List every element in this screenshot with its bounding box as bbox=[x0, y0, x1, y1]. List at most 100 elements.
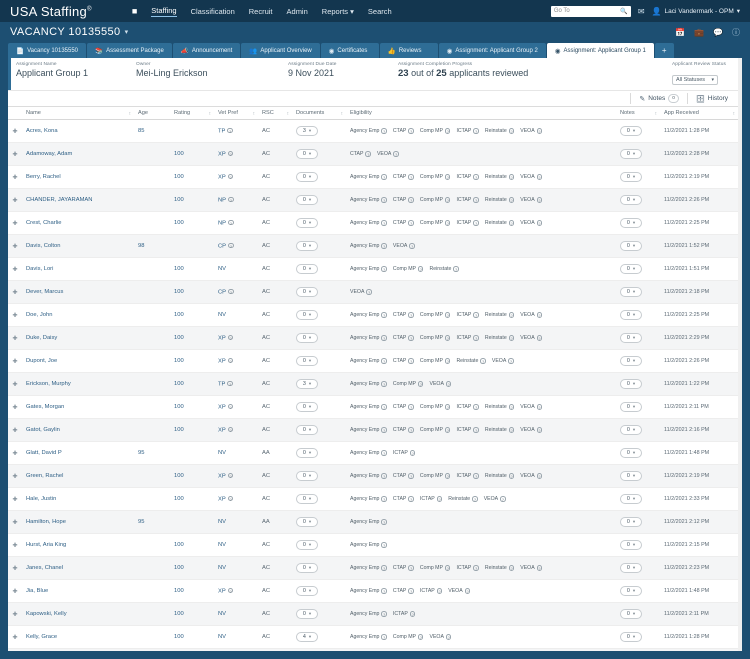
applicant-name-cell[interactable]: Hurst, Aria King bbox=[22, 533, 134, 557]
help-icon[interactable]: ? bbox=[473, 128, 479, 134]
help-icon[interactable]: ? bbox=[381, 519, 387, 525]
expand-row-icon[interactable]: ✚ bbox=[12, 428, 17, 434]
help-icon[interactable]: ? bbox=[408, 473, 414, 479]
row-expander-cell[interactable]: ✚ bbox=[8, 579, 22, 603]
notes-cell[interactable]: 0▾ bbox=[616, 349, 660, 373]
nav-link-classification[interactable]: Classification bbox=[191, 7, 235, 16]
col-rating[interactable]: Rating ↕ bbox=[170, 107, 214, 120]
table-row[interactable]: ✚ Kapowski, Kelly 100 NV AC 0 ▾ Agency Emp? ICTA… bbox=[8, 602, 742, 626]
help-icon[interactable]: ? bbox=[536, 174, 543, 180]
notes-cell[interactable]: 0▾ bbox=[616, 234, 660, 258]
documents-cell[interactable]: 0▾ bbox=[292, 464, 346, 488]
table-row[interactable]: ✚ Hurst, Aria King 100 NV AC 0 ▾ Agency Emp? 0 ▾ 1… bbox=[8, 533, 742, 557]
applicant-name-link[interactable]: Hurst, Aria King bbox=[26, 542, 66, 548]
documents-count-dropdown[interactable]: 0 ▾ bbox=[296, 448, 318, 458]
applicant-name-cell[interactable]: Kapowski, Kelly bbox=[22, 602, 134, 626]
help-icon[interactable]: ? bbox=[536, 473, 543, 479]
notes-cell[interactable]: 0▾ bbox=[616, 188, 660, 212]
row-expander-cell[interactable]: ✚ bbox=[8, 602, 22, 626]
table-row[interactable]: ✚ Davis, Colton 98 CP? AC 0 ▾ Agency Emp? VEOA? 0… bbox=[8, 234, 742, 258]
help-icon[interactable]: ? bbox=[381, 266, 387, 272]
row-expander-cell[interactable]: ✚ bbox=[8, 280, 22, 304]
documents-count-dropdown[interactable]: 0 ▾ bbox=[296, 310, 318, 320]
applicant-name-cell[interactable]: Janes, Chanel bbox=[22, 556, 134, 580]
help-icon[interactable]: ? bbox=[473, 220, 479, 226]
add-tab-button[interactable]: + bbox=[654, 43, 674, 58]
notes-cell[interactable]: 0▾ bbox=[616, 372, 660, 396]
documents-cell[interactable]: 0▾ bbox=[292, 418, 346, 442]
notes-cell[interactable]: 0▾ bbox=[616, 280, 660, 304]
applicant-name-cell[interactable]: Adamoway, Adam bbox=[22, 142, 134, 166]
table-row[interactable]: ✚ Janes, Chanel 100 NV AC 0 ▾ Agency Emp? CTAP? C… bbox=[8, 556, 742, 580]
help-icon[interactable]: ? bbox=[408, 197, 414, 203]
applicant-name-link[interactable]: Crest, Charlie bbox=[26, 220, 61, 226]
documents-cell[interactable]: 0▾ bbox=[292, 326, 346, 350]
help-icon[interactable]: ? bbox=[381, 588, 387, 594]
tab-certificates[interactable]: ◉ Certificates bbox=[320, 43, 379, 58]
help-icon[interactable]: ? bbox=[444, 197, 451, 203]
row-expander-cell[interactable]: ✚ bbox=[8, 142, 22, 166]
row-expander-cell[interactable]: ✚ bbox=[8, 326, 22, 350]
documents-count-dropdown[interactable]: 0 ▾ bbox=[296, 241, 318, 251]
applicant-name-cell[interactable]: Glatt, David P bbox=[22, 441, 134, 465]
table-row[interactable]: ✚ Davis, Lori 100 NV AC 0 ▾ Agency Emp? Comp MP?… bbox=[8, 257, 742, 281]
applicants-table-container[interactable]: Name ↕ Age Rating ↕ Vet Pref ↕ RSC ↕ Documen… bbox=[8, 107, 742, 651]
row-expander-cell[interactable]: ✚ bbox=[8, 303, 22, 327]
applicant-name-cell[interactable]: Gatot, Gaylin bbox=[22, 418, 134, 442]
applicant-name-link[interactable]: Davis, Lori bbox=[26, 266, 53, 272]
help-icon[interactable]: ? bbox=[508, 220, 515, 226]
applicant-name-link[interactable]: CHANDER, JAYARAMAN bbox=[26, 197, 92, 203]
help-icon[interactable]: ? bbox=[480, 358, 486, 364]
row-expander-cell[interactable]: ✚ bbox=[8, 625, 22, 649]
help-icon[interactable]: ? bbox=[473, 174, 479, 180]
notes-count-dropdown[interactable]: 0 ▾ bbox=[620, 241, 642, 251]
documents-count-dropdown[interactable]: 0 ▾ bbox=[296, 425, 318, 435]
help-icon[interactable]: ? bbox=[444, 427, 451, 433]
documents-cell[interactable]: 0▾ bbox=[292, 510, 346, 534]
help-icon[interactable]: ? bbox=[381, 565, 387, 571]
expand-row-icon[interactable]: ✚ bbox=[12, 129, 17, 135]
applicant-name-cell[interactable]: Davis, Colton bbox=[22, 234, 134, 258]
help-icon[interactable]: ? bbox=[227, 150, 234, 157]
notes-count-dropdown[interactable]: 0 ▾ bbox=[620, 333, 642, 343]
notes-count-dropdown[interactable]: 0 ▾ bbox=[620, 264, 642, 274]
help-icon[interactable]: ? bbox=[444, 565, 451, 571]
help-icon[interactable]: ? bbox=[408, 496, 414, 502]
expand-row-icon[interactable]: ✚ bbox=[12, 497, 17, 503]
documents-count-dropdown[interactable]: 3 ▾ bbox=[296, 379, 318, 389]
documents-cell[interactable]: 0▾ bbox=[292, 303, 346, 327]
table-row[interactable]: ✚ Doe, John 100 NV AC 0 ▾ Agency Emp? CTAP? Comp … bbox=[8, 303, 742, 327]
documents-count-dropdown[interactable]: 0 ▾ bbox=[296, 563, 318, 573]
table-row[interactable]: ✚ Glatt, David P 95 NV AA 0 ▾ Agency Emp? ICTAP?… bbox=[8, 441, 742, 465]
help-icon[interactable]: ? bbox=[472, 496, 478, 502]
notes-count-dropdown[interactable]: 0 ▾ bbox=[620, 149, 642, 159]
help-icon[interactable]: ? bbox=[228, 196, 234, 203]
notes-cell[interactable]: 0▾ bbox=[616, 418, 660, 442]
expand-row-icon[interactable]: ✚ bbox=[12, 474, 17, 480]
help-icon[interactable]: ? bbox=[508, 312, 515, 318]
documents-count-dropdown[interactable]: 0 ▾ bbox=[296, 287, 318, 297]
help-icon[interactable]: ? bbox=[408, 565, 414, 571]
applicant-name-link[interactable]: Davis, Colton bbox=[26, 243, 60, 249]
help-icon[interactable]: ? bbox=[381, 197, 387, 203]
table-row[interactable]: ✚ CHANDER, JAYARAMAN 100 NP? AC 0 ▾ Agency Emp?… bbox=[8, 188, 742, 212]
expand-row-icon[interactable]: ✚ bbox=[12, 382, 17, 388]
documents-cell[interactable]: 0▾ bbox=[292, 648, 346, 651]
applicant-name-cell[interactable]: Hamilton, Hope bbox=[22, 510, 134, 534]
tab-assessment-package[interactable]: 📚 Assessment Package bbox=[87, 43, 172, 58]
row-expander-cell[interactable]: ✚ bbox=[8, 418, 22, 442]
help-icon[interactable]: ? bbox=[536, 220, 543, 226]
col-app-received[interactable]: App Received ↕ bbox=[660, 107, 738, 120]
notes-count-dropdown[interactable]: 0 ▾ bbox=[620, 586, 642, 596]
applicant-name-cell[interactable]: Jia, Blue bbox=[22, 579, 134, 603]
notes-count-dropdown[interactable]: 0 ▾ bbox=[620, 195, 642, 205]
chat-icon[interactable]: 💬 bbox=[713, 28, 723, 37]
applicant-name-cell[interactable]: Kelly, Grace bbox=[22, 625, 134, 649]
documents-count-dropdown[interactable]: 0 ▾ bbox=[296, 172, 318, 182]
help-icon[interactable]: ? bbox=[408, 404, 414, 410]
nav-link-search[interactable]: Search bbox=[368, 7, 392, 16]
help-icon[interactable]: ? bbox=[444, 358, 451, 364]
help-icon[interactable]: ? bbox=[508, 565, 515, 571]
help-icon[interactable]: ? bbox=[536, 565, 543, 571]
expand-row-icon[interactable]: ✚ bbox=[12, 451, 17, 457]
